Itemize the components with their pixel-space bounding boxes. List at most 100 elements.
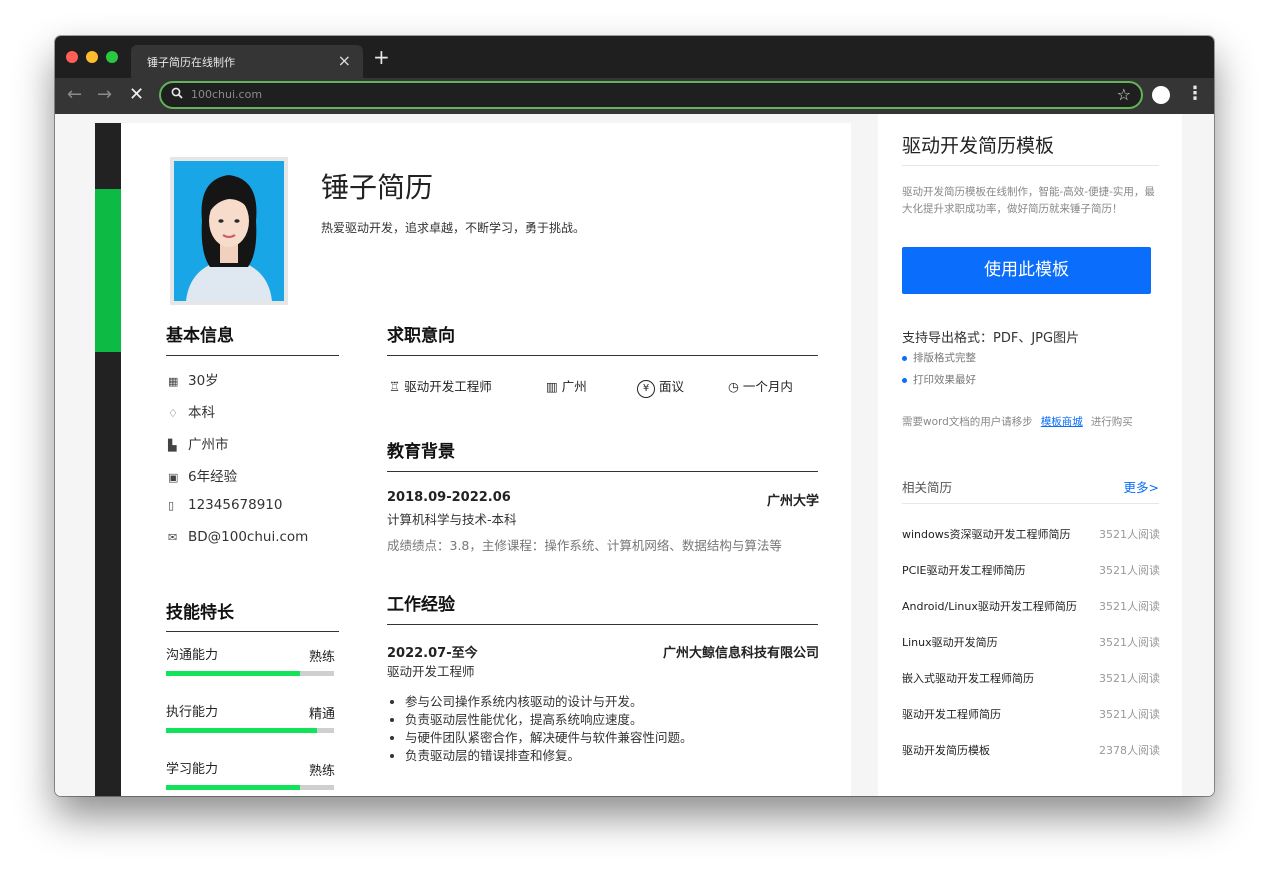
tie-icon: ♖ xyxy=(389,379,401,394)
read-count: 3521人阅读 xyxy=(1099,672,1160,685)
stop-loading-button[interactable]: ✕ xyxy=(129,84,144,106)
calendar-icon: ▦ xyxy=(168,375,179,388)
resume-name: 锤子简历 xyxy=(321,171,434,204)
bookmark-star-icon[interactable]: ☆ xyxy=(1117,85,1131,104)
page-viewport: 锤子简历 热爱驱动开发，追求卓越，不断学习，勇于挑战。 基本信息 ▦ 30岁 ♢ 本… xyxy=(55,114,1214,796)
work-bullets: 参与公司操作系统内核驱动的设计与开发。 负责驱动层性能优化，提高系统响应速度。 … xyxy=(387,693,693,765)
close-window-button[interactable] xyxy=(66,51,78,63)
related-item[interactable]: 驱动开发工程师简历 3521人阅读 xyxy=(902,706,1160,722)
info-city: ▙ 广州市 xyxy=(168,437,229,453)
resume-motto: 热爱驱动开发，追求卓越，不断学习，勇于挑战。 xyxy=(321,221,586,235)
info-degree: ♢ 本科 xyxy=(168,405,215,421)
tab-strip: 锤子简历在线制作 × + xyxy=(55,36,1214,78)
title-divider xyxy=(902,165,1159,166)
info-age: ▦ 30岁 xyxy=(168,373,219,389)
related-item[interactable]: 驱动开发简历模板 2378人阅读 xyxy=(902,742,1160,758)
template-sidebar: 驱动开发简历模板 驱动开发简历模板在线制作，智能-高效-便捷-实用，最大化提升求… xyxy=(878,114,1182,796)
intent-city: ▥ 广州 xyxy=(546,379,587,394)
yen-icon: ¥ xyxy=(637,380,655,398)
feature-item: 排版格式完整 xyxy=(902,350,976,365)
browser-toolbar: ← → ✕ 100chui.com ☆ ⋮ xyxy=(55,78,1214,114)
feature-item: 打印效果最好 xyxy=(902,372,976,387)
building-icon: ▙ xyxy=(168,439,177,452)
info-phone: ▯ 12345678910 xyxy=(168,497,283,513)
read-count: 3521人阅读 xyxy=(1099,708,1160,721)
skill-label: 执行能力 xyxy=(166,705,219,720)
education-dates: 2018.09-2022.06 xyxy=(387,490,511,505)
export-formats: 支持导出格式：PDF、JPG图片 xyxy=(902,331,1080,346)
phone-icon: ▯ xyxy=(168,499,175,512)
resume-preview: 锤子简历 热爱驱动开发，追求卓越，不断学习，勇于挑战。 基本信息 ▦ 30岁 ♢ 本… xyxy=(95,123,851,796)
template-mall-link[interactable]: 模板商城 xyxy=(1041,416,1083,428)
intent-salary: ¥ 面议 xyxy=(637,376,684,398)
skill-bar-fill xyxy=(166,785,301,790)
work-role: 驱动开发工程师 xyxy=(387,664,475,679)
intent-title: 求职意向 xyxy=(387,326,455,346)
related-item[interactable]: windows资深驱动开发工程师简历 3521人阅读 xyxy=(902,526,1160,542)
skill-bar-fill xyxy=(166,728,318,733)
info-experience: ▣ 6年经验 xyxy=(168,469,238,485)
related-item[interactable]: Linux驱动开发简历 3521人阅读 xyxy=(902,634,1160,650)
city-icon: ▥ xyxy=(546,379,558,394)
browser-window: 锤子简历在线制作 × + ← → ✕ 100chui.com ☆ ⋮ 锤子简历 … xyxy=(55,36,1214,796)
read-count: 3521人阅读 xyxy=(1099,564,1160,577)
related-item[interactable]: PCIE驱动开发工程师简历 3521人阅读 xyxy=(902,562,1160,578)
url-text[interactable]: 100chui.com xyxy=(191,88,262,101)
use-template-button[interactable]: 使用此模板 xyxy=(902,247,1151,294)
new-tab-button[interactable]: + xyxy=(373,47,390,67)
work-dates: 2022.07-至今 xyxy=(387,646,478,661)
skill-level: 精通 xyxy=(309,707,336,722)
read-count: 3521人阅读 xyxy=(1099,528,1160,541)
read-count: 2378人阅读 xyxy=(1099,744,1160,757)
education-details: 成绩绩点：3.8，主修课程：操作系统、计算机网络、数据结构与算法等 xyxy=(387,538,782,553)
minimize-window-button[interactable] xyxy=(86,51,98,63)
basic-info-divider xyxy=(166,355,339,356)
skills-title: 技能特长 xyxy=(166,603,234,623)
bullet-dot-icon xyxy=(902,377,907,383)
mail-icon: ✉ xyxy=(168,531,178,544)
address-bar[interactable]: 100chui.com ☆ xyxy=(159,81,1143,109)
related-item[interactable]: 嵌入式驱动开发工程师简历 3521人阅读 xyxy=(902,670,1160,686)
zoom-window-button[interactable] xyxy=(106,51,118,63)
read-count: 3521人阅读 xyxy=(1099,636,1160,649)
graduation-icon: ♢ xyxy=(168,407,178,420)
profile-avatar-icon[interactable] xyxy=(1152,86,1170,104)
education-major: 计算机科学与技术-本科 xyxy=(387,512,517,527)
work-company: 广州大鲸信息科技有限公司 xyxy=(662,646,819,661)
profile-photo xyxy=(170,157,288,305)
browser-menu-icon[interactable]: ⋮ xyxy=(1186,83,1204,104)
work-bullet: 与硬件团队紧密合作，解决硬件与软件兼容性问题。 xyxy=(405,729,693,747)
basic-info-title: 基本信息 xyxy=(166,326,234,346)
related-divider xyxy=(902,503,1159,504)
related-title: 相关简历 xyxy=(902,480,953,495)
skill-label: 沟通能力 xyxy=(166,648,219,663)
template-title: 驱动开发简历模板 xyxy=(902,135,1055,157)
work-divider xyxy=(387,624,818,625)
work-bullet: 参与公司操作系统内核驱动的设计与开发。 xyxy=(405,693,693,711)
bullet-dot-icon xyxy=(902,355,907,361)
back-button[interactable]: ← xyxy=(67,84,82,106)
education-divider xyxy=(387,471,818,472)
work-bullet: 负责驱动层性能优化，提高系统响应速度。 xyxy=(405,711,693,729)
info-email: ✉ BD@100chui.com xyxy=(168,529,309,545)
more-link[interactable]: 更多> xyxy=(1124,477,1159,496)
browser-tab[interactable]: 锤子简历在线制作 × xyxy=(131,45,363,78)
forward-button[interactable]: → xyxy=(97,84,112,106)
work-bullet: 负责驱动层的错误排查和修复。 xyxy=(405,747,693,765)
intent-position: ♖ 驱动开发工程师 xyxy=(389,379,492,394)
related-item[interactable]: Android/Linux驱动开发工程师简历 3521人阅读 xyxy=(902,598,1160,614)
search-icon xyxy=(171,87,183,99)
skill-bar xyxy=(166,785,334,790)
skill-bar-fill xyxy=(166,671,301,676)
skill-bar xyxy=(166,671,334,676)
skill-label: 学习能力 xyxy=(166,762,219,777)
clock-icon: ◷ xyxy=(728,379,739,394)
resume-side-accent xyxy=(95,189,121,352)
skill-level: 熟练 xyxy=(309,764,336,779)
skill-level: 熟练 xyxy=(309,650,336,665)
intent-divider xyxy=(387,355,818,356)
education-title: 教育背景 xyxy=(387,442,455,462)
tab-title: 锤子简历在线制作 xyxy=(147,56,235,69)
education-school: 广州大学 xyxy=(766,494,819,509)
close-tab-icon[interactable]: × xyxy=(338,51,351,70)
